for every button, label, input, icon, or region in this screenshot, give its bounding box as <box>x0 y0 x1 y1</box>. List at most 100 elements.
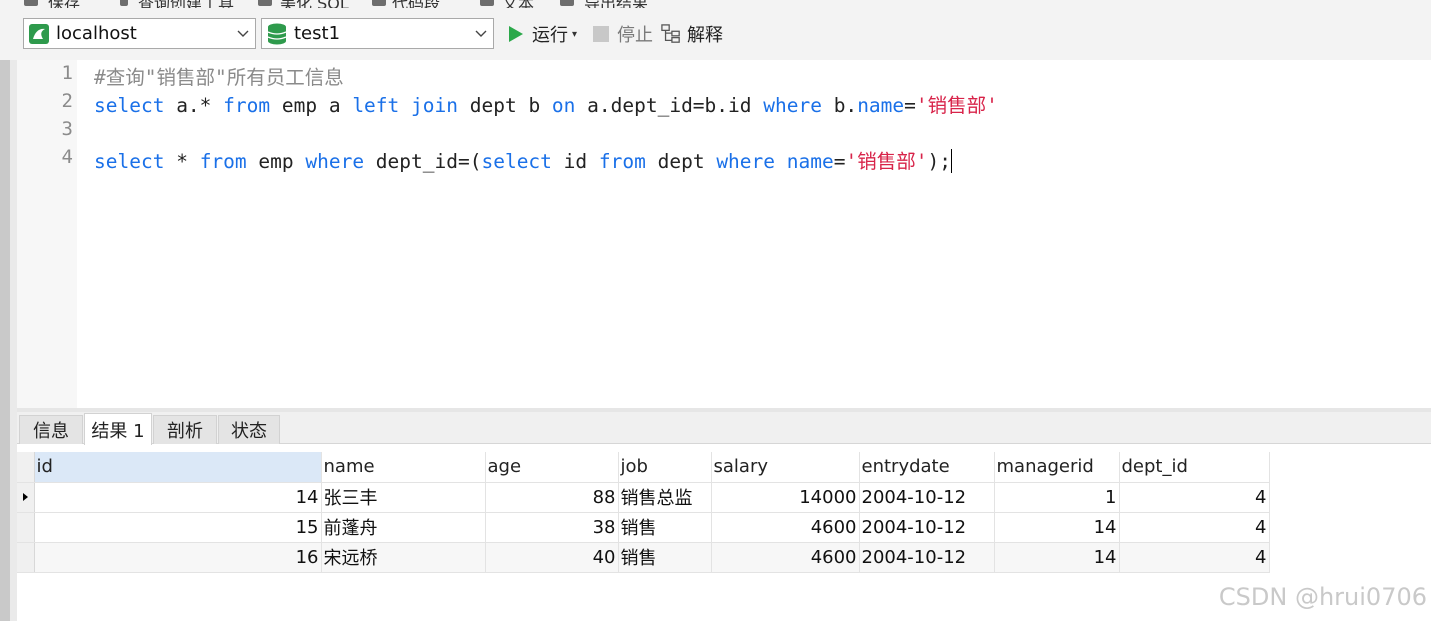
cell-managerid[interactable]: 14 <box>994 542 1120 573</box>
snippet-button[interactable]: 代码段 <box>392 0 440 8</box>
column-header[interactable]: job <box>618 452 712 483</box>
column-header[interactable]: id <box>34 452 322 483</box>
current-row-icon <box>17 492 34 502</box>
sql-editor[interactable]: 1 2 3 4 #查询"销售部"所有员工信息 select a.* from e… <box>17 60 1431 408</box>
cell-age[interactable]: 40 <box>485 542 619 573</box>
database-select[interactable]: test1 <box>261 18 494 49</box>
caret-down-icon[interactable]: ▾ <box>572 29 577 40</box>
cell-name[interactable]: 前蓬舟 <box>321 512 486 543</box>
table-row[interactable]: 16 宋远桥 40 销售 4600 2004-10-12 14 4 <box>17 542 1270 573</box>
sql-keyword: left <box>352 94 400 117</box>
code-line-4[interactable]: select * from emp where dept_id=(select … <box>94 145 952 174</box>
query-builder-button[interactable]: 查询创建工具 <box>138 0 234 8</box>
cell-entrydate[interactable]: 2004-10-12 <box>859 482 995 513</box>
column-header[interactable]: salary <box>711 452 860 483</box>
text-icon[interactable] <box>480 0 494 6</box>
play-icon <box>506 24 526 44</box>
side-panel-scrollbar[interactable] <box>10 60 17 621</box>
sql-token: a.dept_id=b.id <box>575 94 764 117</box>
sql-keyword: from <box>199 150 247 173</box>
cell-job[interactable]: 销售 <box>618 512 712 543</box>
export-icon[interactable] <box>560 0 574 6</box>
sql-string: '销售部' <box>845 150 928 173</box>
cell-entrydate[interactable]: 2004-10-12 <box>859 542 995 573</box>
code-line-1[interactable]: #查询"销售部"所有员工信息 <box>94 61 344 90</box>
cell-id[interactable]: 16 <box>34 542 322 573</box>
explain-icon <box>661 24 681 44</box>
line-number: 2 <box>61 90 73 112</box>
cell-salary[interactable]: 14000 <box>711 482 860 513</box>
row-header[interactable] <box>17 512 35 543</box>
text-cursor <box>950 149 952 173</box>
cell-job[interactable]: 销售总监 <box>618 482 712 513</box>
explain-button[interactable]: 解释 <box>661 20 723 48</box>
sql-string: '销售部' <box>915 94 998 117</box>
table-row[interactable]: 14 张三丰 88 销售总监 14000 2004-10-12 1 4 <box>17 482 1270 513</box>
line-number: 1 <box>61 62 73 84</box>
sql-keyword: name <box>786 150 834 173</box>
line-number: 4 <box>61 146 73 168</box>
sql-token: dept_id=( <box>364 150 482 173</box>
column-header[interactable]: age <box>485 452 619 483</box>
sql-token: a.* <box>164 94 224 117</box>
text-button[interactable]: 文本 <box>502 0 534 8</box>
cell-entrydate[interactable]: 2004-10-12 <box>859 512 995 543</box>
chevron-down-icon <box>469 19 493 48</box>
cell-salary[interactable]: 4600 <box>711 542 860 573</box>
tab-profile[interactable]: 剖析 <box>153 415 217 444</box>
column-header[interactable]: dept_id <box>1119 452 1270 483</box>
line-number: 3 <box>61 118 73 140</box>
cell-age[interactable]: 88 <box>485 482 619 513</box>
tab-status[interactable]: 状态 <box>218 415 280 444</box>
sql-keyword: on <box>551 94 576 117</box>
snippet-icon[interactable] <box>372 0 386 6</box>
cell-job[interactable]: 销售 <box>618 542 712 573</box>
cell-managerid[interactable]: 14 <box>994 512 1120 543</box>
watermark: CSDN @hrui0706 <box>1218 583 1427 611</box>
cell-name[interactable]: 宋远桥 <box>321 542 486 573</box>
mysql-connection-icon <box>28 23 50 45</box>
sql-token: emp <box>246 150 306 173</box>
tab-result-1[interactable]: 结果 1 <box>84 413 152 445</box>
beautify-icon[interactable] <box>258 0 272 6</box>
query-builder-icon[interactable] <box>120 0 128 6</box>
table-row[interactable]: 15 前蓬舟 38 销售 4600 2004-10-12 14 4 <box>17 512 1270 543</box>
cell-id[interactable]: 14 <box>34 482 322 513</box>
column-header[interactable]: entrydate <box>859 452 995 483</box>
sql-keyword: name <box>857 94 905 117</box>
cell-id[interactable]: 15 <box>34 512 322 543</box>
chevron-down-icon <box>231 19 255 48</box>
column-header[interactable]: name <box>321 452 486 483</box>
cell-age[interactable]: 38 <box>485 512 619 543</box>
cell-name[interactable]: 张三丰 <box>321 482 486 513</box>
sql-keyword: where <box>716 150 776 173</box>
code-line-2[interactable]: select a.* from emp a left join dept b o… <box>94 89 998 118</box>
cell-salary[interactable]: 4600 <box>711 512 860 543</box>
tab-info[interactable]: 信息 <box>19 415 83 444</box>
beautify-sql-button[interactable]: 美化 SQL <box>280 0 349 8</box>
row-header[interactable] <box>17 482 35 513</box>
sql-token: b. <box>821 94 858 117</box>
cell-managerid[interactable]: 1 <box>994 482 1120 513</box>
stop-button[interactable]: 停止 <box>591 20 653 48</box>
row-header[interactable] <box>17 542 35 573</box>
cell-dept-id[interactable]: 4 <box>1119 512 1270 543</box>
save-button[interactable]: 保存 <box>48 0 80 8</box>
sql-keyword: from <box>598 150 646 173</box>
run-button[interactable]: 运行 ▾ <box>506 20 577 48</box>
cell-dept-id[interactable]: 4 <box>1119 542 1270 573</box>
sql-token: = <box>904 94 916 117</box>
connection-select[interactable]: localhost <box>23 18 256 49</box>
sql-token: = <box>833 150 846 173</box>
sql-token: emp a <box>270 94 353 117</box>
cell-dept-id[interactable]: 4 <box>1119 482 1270 513</box>
stop-label: 停止 <box>617 25 653 46</box>
connection-label: localhost <box>56 23 137 44</box>
sql-token: * <box>164 150 200 173</box>
column-header[interactable]: managerid <box>994 452 1120 483</box>
database-icon <box>266 23 288 45</box>
sql-token: dept <box>645 150 717 173</box>
export-results-button[interactable]: 导出结果 <box>584 0 648 8</box>
save-icon[interactable] <box>24 0 38 6</box>
